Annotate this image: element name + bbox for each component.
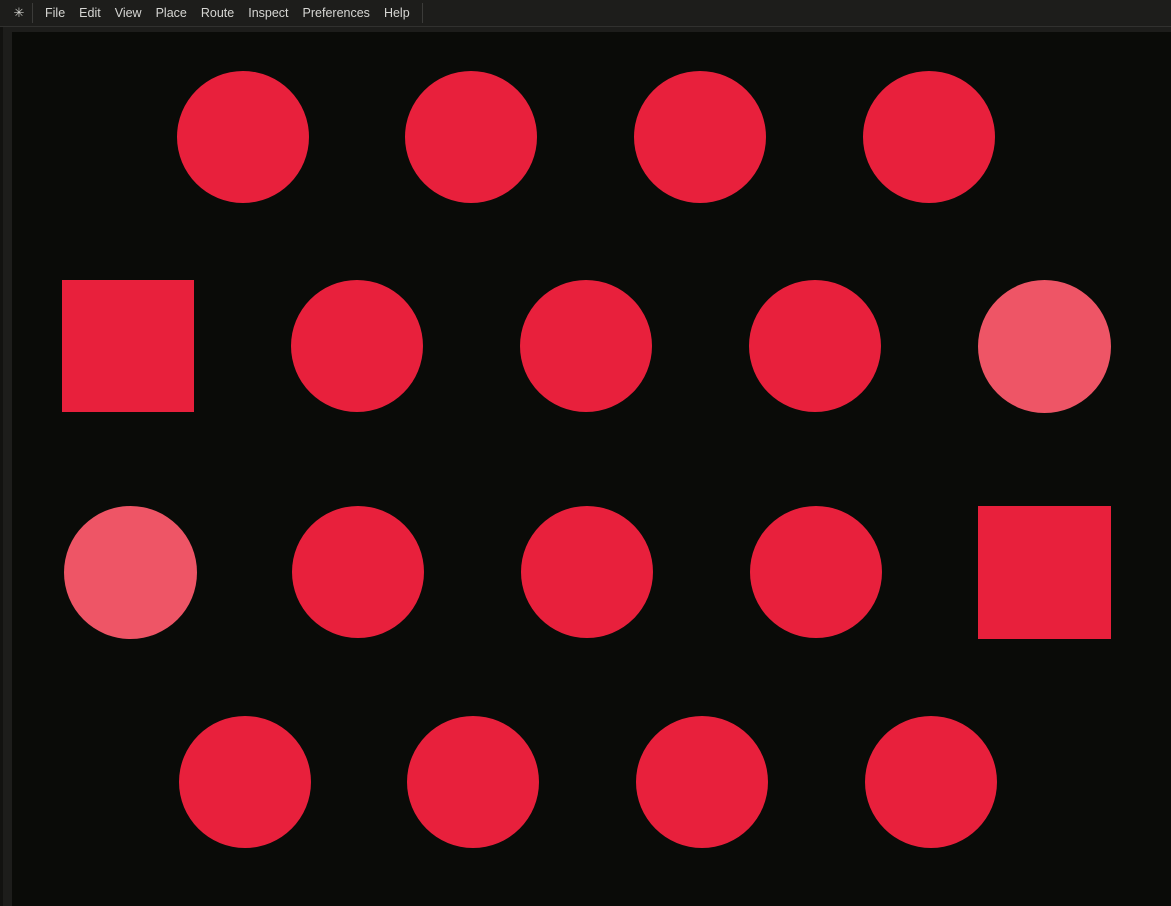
pad-circle[interactable] [634, 71, 766, 203]
pad-circle[interactable] [863, 71, 995, 203]
editor-canvas[interactable] [12, 32, 1171, 906]
pad-circle[interactable] [750, 506, 882, 638]
menu-item-file[interactable]: File [38, 0, 72, 26]
pad-circle[interactable] [520, 280, 652, 412]
menu-item-inspect[interactable]: Inspect [241, 0, 295, 26]
pad-circle[interactable] [179, 716, 311, 848]
pad-circle[interactable] [292, 506, 424, 638]
menu-item-help[interactable]: Help [377, 0, 417, 26]
menu-item-edit[interactable]: Edit [72, 0, 108, 26]
menu-item-route[interactable]: Route [194, 0, 241, 26]
pad-circle[interactable] [636, 716, 768, 848]
pad-circle[interactable] [978, 280, 1111, 413]
pad-circle[interactable] [177, 71, 309, 203]
menubar-separator [32, 3, 33, 23]
asterisk-icon: ✳ [11, 0, 27, 26]
pad-circle[interactable] [407, 716, 539, 848]
menu-item-preferences[interactable]: Preferences [296, 0, 377, 26]
menubar-separator [422, 3, 423, 23]
pad-circle[interactable] [865, 716, 997, 848]
menu-item-view[interactable]: View [108, 0, 149, 26]
pad-circle[interactable] [291, 280, 423, 412]
pad-circle[interactable] [749, 280, 881, 412]
pad-circle[interactable] [405, 71, 537, 203]
pad-square[interactable] [978, 506, 1111, 639]
pad-circle[interactable] [64, 506, 197, 639]
pad-circle[interactable] [521, 506, 653, 638]
window-frame-left-edge [0, 27, 3, 906]
menubar-items: FileEditViewPlaceRouteInspectPreferences… [38, 0, 417, 26]
menubar-underline [0, 26, 1171, 27]
menu-item-place[interactable]: Place [149, 0, 194, 26]
menubar: ✳ FileEditViewPlaceRouteInspectPreferenc… [0, 0, 1171, 26]
pad-square[interactable] [62, 280, 194, 412]
